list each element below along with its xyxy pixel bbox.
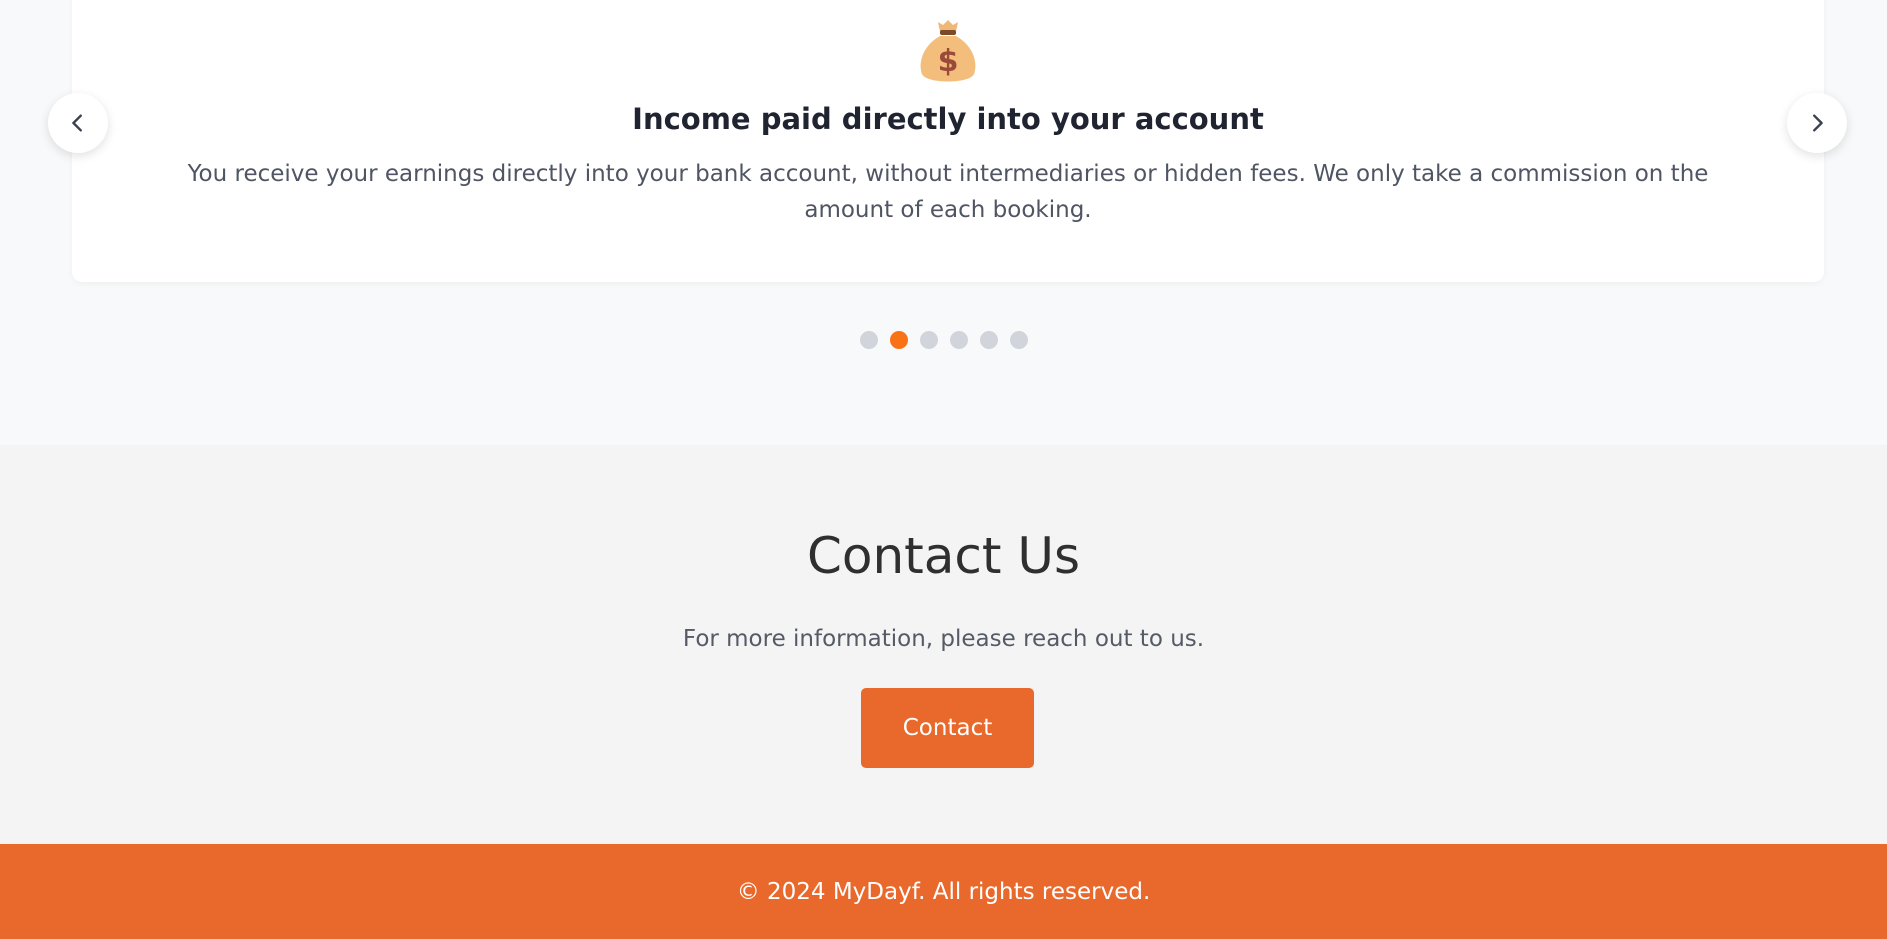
carousel-prev-button[interactable] [48, 93, 108, 153]
carousel-pagination [0, 331, 1887, 349]
contact-description: For more information, please reach out t… [682, 626, 1205, 652]
svg-text:$: $ [938, 44, 959, 79]
chevron-right-icon [1813, 114, 1823, 132]
carousel-dot-3[interactable] [919, 331, 938, 349]
feature-description: You receive your earnings directly into … [187, 161, 1709, 223]
contact-section: Contact Us For more information, please … [0, 445, 1887, 844]
features-section: $ Income paid directly into your account… [0, 0, 1887, 445]
footer: © 2024 MyDayf. All rights reserved. [0, 844, 1887, 939]
carousel-dot-1[interactable] [859, 331, 878, 349]
copyright-text: © 2024 MyDayf. All rights reserved. [736, 878, 1151, 905]
carousel-dot-2[interactable] [889, 331, 908, 349]
carousel-next-button[interactable] [1787, 93, 1847, 153]
chevron-left-icon [72, 114, 82, 132]
carousel-dot-4[interactable] [949, 331, 968, 349]
carousel-dot-6[interactable] [1009, 331, 1028, 349]
feature-title: Income paid directly into your account [632, 102, 1264, 136]
money-bag-icon: $ [920, 20, 976, 82]
carousel-dot-5[interactable] [979, 331, 998, 349]
contact-heading: Contact Us [806, 527, 1081, 585]
feature-card: $ Income paid directly into your account… [72, 0, 1824, 282]
contact-button[interactable]: Contact [861, 688, 1034, 768]
